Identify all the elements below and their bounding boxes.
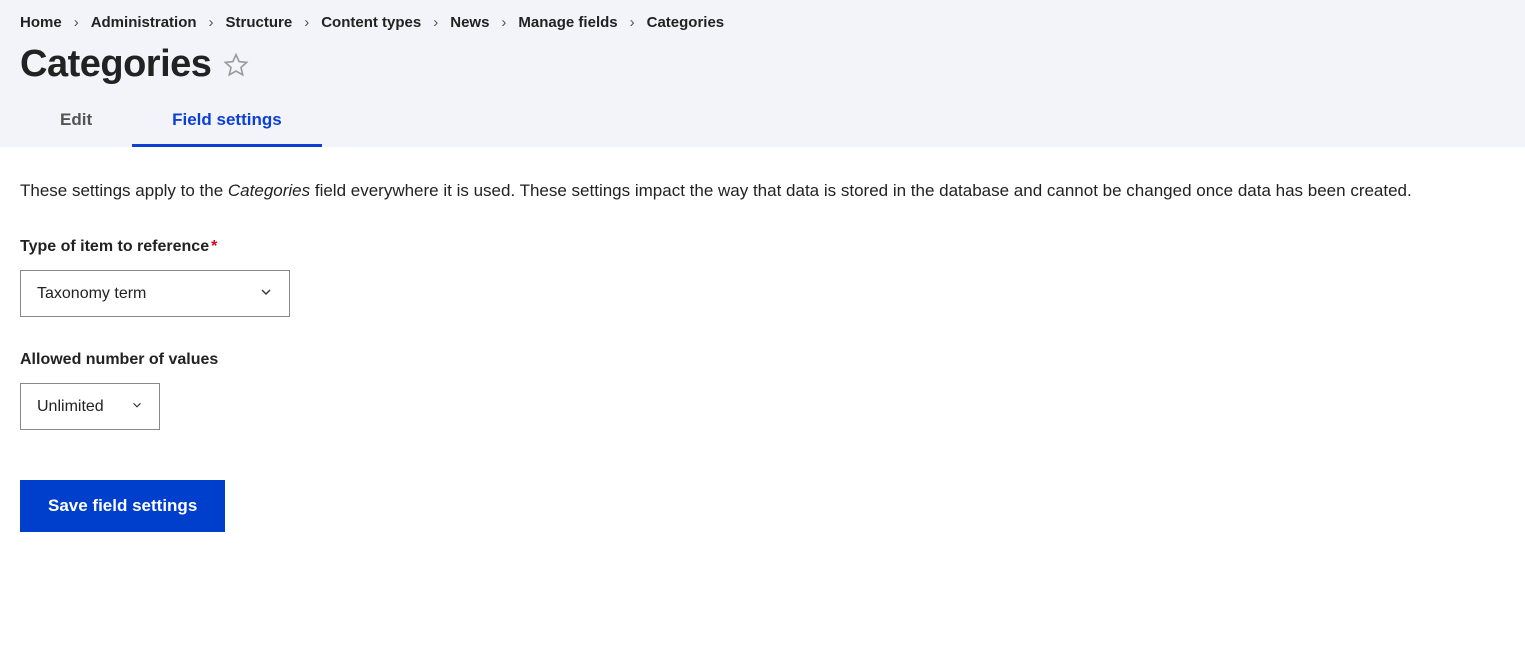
chevron-right-icon: › [425, 14, 446, 31]
tabs: Edit Field settings [20, 96, 1505, 147]
breadcrumb-item-administration[interactable]: Administration [91, 14, 197, 31]
breadcrumb-item-news[interactable]: News [450, 14, 489, 31]
tab-field-settings[interactable]: Field settings [132, 96, 322, 147]
breadcrumb-item-current: Categories [647, 14, 725, 31]
field-settings-description: These settings apply to the Categories f… [20, 177, 1505, 204]
breadcrumb: Home › Administration › Structure › Cont… [20, 14, 1505, 31]
chevron-right-icon: › [66, 14, 87, 31]
star-icon[interactable] [223, 52, 249, 78]
chevron-right-icon: › [622, 14, 643, 31]
allowed-values-select[interactable]: Unlimited [20, 383, 160, 430]
type-of-item-label: Type of item to reference* [20, 238, 1505, 256]
breadcrumb-item-structure[interactable]: Structure [226, 14, 293, 31]
save-field-settings-button[interactable]: Save field settings [20, 480, 225, 532]
chevron-right-icon: › [201, 14, 222, 31]
tab-edit[interactable]: Edit [20, 96, 132, 147]
page-title: Categories [20, 43, 211, 86]
required-indicator: * [211, 238, 217, 255]
chevron-right-icon: › [296, 14, 317, 31]
allowed-values-label: Allowed number of values [20, 351, 1505, 369]
breadcrumb-item-home[interactable]: Home [20, 14, 62, 31]
breadcrumb-item-content-types[interactable]: Content types [321, 14, 421, 31]
type-of-item-select[interactable]: Taxonomy term [20, 270, 290, 317]
chevron-right-icon: › [493, 14, 514, 31]
breadcrumb-item-manage-fields[interactable]: Manage fields [518, 14, 617, 31]
